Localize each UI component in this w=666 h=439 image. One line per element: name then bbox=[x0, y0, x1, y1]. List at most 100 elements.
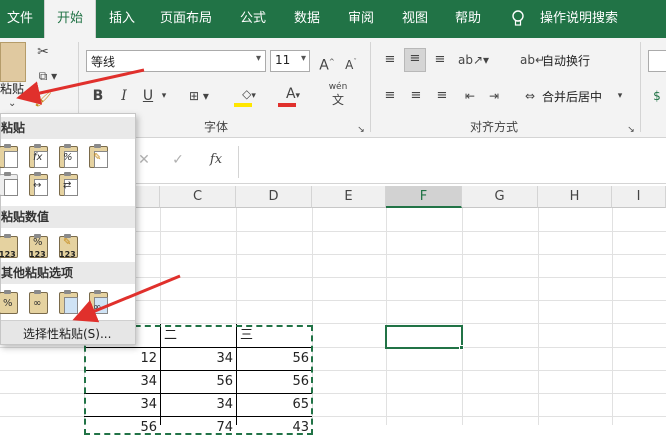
column-header-i[interactable]: I bbox=[612, 186, 666, 208]
align-bottom-icon[interactable]: ≡ bbox=[430, 50, 450, 70]
align-left-icon[interactable]: ≡ bbox=[380, 86, 400, 106]
borders-icon[interactable]: ⊞ ▾ bbox=[184, 86, 214, 106]
table-cell[interactable]: 34 bbox=[84, 370, 160, 393]
paste-options-menu: 粘贴 fx % ✎ ↔ ⇄ 粘贴数值 123 % 123 ✎ 123 其他粘贴选项 … bbox=[0, 113, 136, 345]
tab-insert[interactable]: 插入 bbox=[100, 0, 144, 38]
paste-formulas-number-format-icon[interactable]: % bbox=[57, 144, 79, 168]
decrease-font-icon[interactable]: Aˇ bbox=[342, 52, 360, 75]
orientation-icon[interactable]: ab↗▾ bbox=[458, 50, 489, 70]
values-source-formatting-icon[interactable]: ✎ 123 bbox=[57, 234, 79, 259]
fill-color-icon[interactable]: ◇▾ bbox=[232, 84, 266, 107]
table-cell[interactable]: 56 bbox=[160, 370, 236, 393]
no-borders-icon[interactable] bbox=[0, 172, 19, 196]
format-painter-icon[interactable]: 🖌 bbox=[34, 90, 52, 110]
table-cell[interactable]: 56 bbox=[84, 416, 160, 439]
decrease-indent-icon[interactable]: ⇤ bbox=[460, 86, 480, 106]
font-size-value: 11 bbox=[275, 53, 291, 67]
copy-icon[interactable]: ⧉ ▾ bbox=[32, 66, 64, 86]
underline-button[interactable]: U bbox=[140, 86, 156, 106]
tell-me-search[interactable]: 操作说明搜索 bbox=[534, 0, 624, 38]
font-color-icon[interactable]: A▾ bbox=[276, 84, 310, 107]
increase-indent-icon[interactable]: ⇥ bbox=[484, 86, 504, 106]
font-name-value: 等线 bbox=[91, 55, 116, 69]
table-cell[interactable]: 74 bbox=[160, 416, 236, 439]
table-cell[interactable]: 56 bbox=[236, 370, 312, 393]
alignment-group-label: 对齐方式 bbox=[470, 120, 519, 134]
table-cell[interactable]: 34 bbox=[84, 393, 160, 416]
font-dialog-launcher-icon[interactable]: ↘ bbox=[356, 120, 366, 140]
table-cell[interactable]: 34 bbox=[160, 347, 236, 370]
paste-values-section-header: 粘贴数值 bbox=[1, 206, 135, 228]
align-center-icon[interactable]: ≡ bbox=[406, 86, 426, 106]
table-cell[interactable]: 65 bbox=[236, 393, 312, 416]
paste-dropdown-chevron-icon[interactable]: ⌄ bbox=[8, 98, 20, 110]
column-header-g[interactable]: G bbox=[462, 186, 538, 208]
tab-review[interactable]: 审阅 bbox=[338, 0, 384, 38]
linked-picture-icon[interactable]: ∞ bbox=[87, 290, 109, 314]
values-number-format-icon[interactable]: % 123 bbox=[27, 234, 49, 259]
table-cell[interactable]: 43 bbox=[236, 416, 312, 439]
align-middle-icon[interactable]: ≡ bbox=[404, 48, 426, 72]
align-right-icon[interactable]: ≡ bbox=[432, 86, 452, 106]
wrap-text-button[interactable]: 自动换行 bbox=[542, 52, 590, 69]
keep-source-formatting-icon[interactable]: ✎ bbox=[87, 144, 109, 168]
column-header-h[interactable]: H bbox=[538, 186, 612, 208]
align-top-icon[interactable]: ≡ bbox=[380, 50, 400, 70]
paste-values-icon[interactable]: 123 bbox=[0, 234, 19, 259]
currency-format-icon[interactable]: $ bbox=[648, 86, 666, 106]
tab-view[interactable]: 视图 bbox=[392, 0, 438, 38]
font-size-box[interactable]: 11 ▾ bbox=[270, 50, 310, 72]
bold-button[interactable]: B bbox=[90, 86, 106, 106]
table-cell[interactable]: 34 bbox=[160, 393, 236, 416]
keep-column-widths-icon[interactable]: ↔ bbox=[27, 172, 49, 196]
paste-link-icon[interactable]: ∞ bbox=[27, 290, 49, 314]
column-header-c[interactable]: C bbox=[160, 186, 236, 208]
transpose-icon[interactable]: ⇄ bbox=[57, 172, 79, 196]
column-header-d[interactable]: D bbox=[236, 186, 312, 208]
font-group-label: 字体 bbox=[204, 120, 229, 134]
paste-special-label: 选择性粘贴(S)... bbox=[23, 327, 112, 341]
tab-home[interactable]: 开始 bbox=[44, 0, 96, 38]
wrap-text-icon[interactable]: ab↵ bbox=[520, 50, 545, 70]
tab-help[interactable]: 帮助 bbox=[446, 0, 490, 38]
formula-input[interactable] bbox=[240, 146, 666, 178]
column-header-e[interactable]: E bbox=[312, 186, 386, 208]
underline-dropdown-icon[interactable]: ▾ bbox=[158, 86, 170, 106]
merge-center-icon[interactable]: ⇔ bbox=[520, 86, 540, 106]
paste-clipboard-icon[interactable] bbox=[0, 42, 26, 82]
column-header-f[interactable]: F bbox=[386, 186, 462, 208]
tab-page-layout[interactable]: 页面布局 bbox=[150, 0, 222, 38]
tab-data[interactable]: 数据 bbox=[284, 0, 330, 38]
paste-special-item[interactable]: 选择性粘贴(S)... bbox=[1, 320, 135, 344]
tab-formulas[interactable]: 公式 bbox=[230, 0, 276, 38]
number-format-box[interactable] bbox=[648, 50, 666, 72]
paste-icon[interactable] bbox=[0, 144, 19, 168]
cut-icon[interactable]: ✂ bbox=[34, 42, 52, 62]
increase-font-icon[interactable]: A^ bbox=[318, 52, 336, 76]
alignment-dialog-launcher-icon[interactable]: ↘ bbox=[626, 120, 636, 140]
ribbon-tab-bar: 文件 开始 插入 页面布局 公式 数据 审阅 视图 帮助 操作说明搜索 bbox=[0, 0, 666, 38]
paste-formatting-icon[interactable]: % bbox=[0, 290, 19, 314]
confirm-entry-icon[interactable]: ✓ bbox=[170, 150, 186, 170]
tab-file[interactable]: 文件 bbox=[0, 0, 40, 38]
paste-picture-icon[interactable] bbox=[57, 290, 79, 314]
insert-function-button[interactable]: fx bbox=[206, 150, 226, 170]
phonetic-guide-icon[interactable]: wén 文 bbox=[324, 82, 352, 107]
cell-header-3[interactable]: 三 bbox=[240, 324, 310, 347]
fill-handle[interactable] bbox=[459, 345, 464, 350]
font-name-chevron-icon[interactable]: ▾ bbox=[256, 53, 261, 64]
paste-formulas-icon[interactable]: fx bbox=[27, 144, 49, 168]
cell-header-2[interactable]: 二 bbox=[164, 324, 234, 347]
merge-center-button[interactable]: 合并后居中 bbox=[542, 88, 602, 105]
table-cell[interactable]: 56 bbox=[236, 347, 312, 370]
font-name-box[interactable]: 等线 ▾ bbox=[86, 50, 266, 72]
italic-button[interactable]: I bbox=[116, 86, 132, 106]
phonetic-top-text: wén bbox=[328, 82, 348, 92]
active-cell[interactable] bbox=[385, 325, 463, 349]
paste-button-label[interactable]: 粘贴 bbox=[0, 80, 28, 98]
font-size-chevron-icon[interactable]: ▾ bbox=[301, 53, 306, 64]
merge-dropdown-icon[interactable]: ▾ bbox=[614, 86, 626, 106]
table-cell[interactable]: 12 bbox=[84, 347, 160, 370]
cancel-entry-icon[interactable]: ✕ bbox=[136, 150, 152, 170]
phonetic-bottom-text: 文 bbox=[331, 93, 344, 107]
